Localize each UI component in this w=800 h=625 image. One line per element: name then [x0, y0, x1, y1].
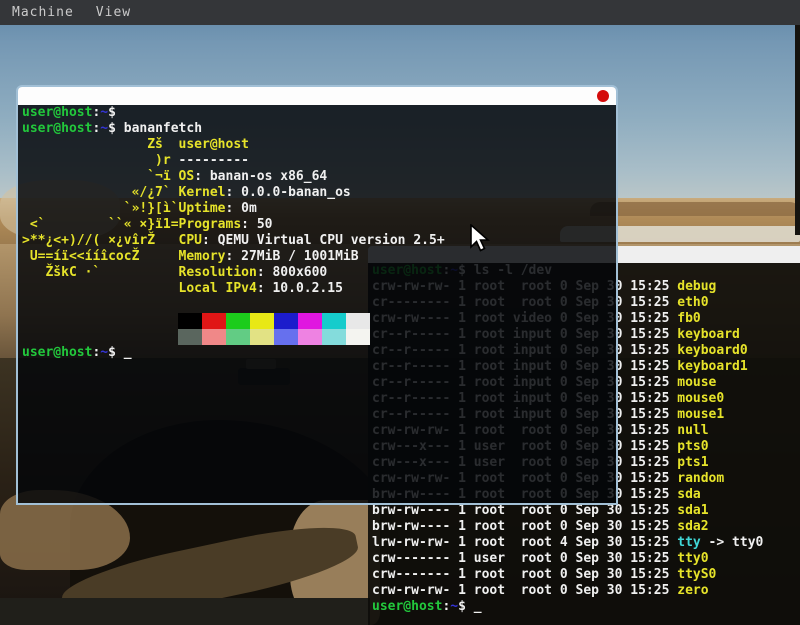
terminal-row: `¬ï OS: banan-os x86_64 [22, 169, 616, 185]
wallpaper-ridge [590, 202, 800, 216]
menu-item-machine[interactable]: Machine [12, 5, 74, 21]
terminal-row: user@host:~$ _ [22, 345, 616, 361]
menu-item-view[interactable]: View [96, 5, 131, 21]
terminal-row: ŽškC ·` Resolution: 800x600 [22, 265, 616, 281]
terminal-row [178, 313, 616, 329]
palette-swatch [322, 313, 346, 329]
terminal-row: crw------- 1 user root 0 Sep 30 15:25 tt… [372, 551, 800, 567]
close-button[interactable] [597, 90, 609, 102]
terminal-row: crw------- 1 root root 0 Sep 30 15:25 tt… [372, 567, 800, 583]
terminal-row: <` ``« ×}ï1=Programs: 50 [22, 217, 616, 233]
terminal1-content[interactable]: user@host:~$user@host:~$ bananfetch Zš u… [18, 105, 616, 503]
palette-swatch [346, 313, 370, 329]
palette-swatch [346, 329, 370, 345]
terminal-row: >**¿<+)//( ×¿vîrŽ CPU: QEMU Virtual CPU … [22, 233, 616, 249]
palette-swatch [202, 313, 226, 329]
terminal-row [22, 297, 616, 313]
terminal-row: )r --------- [22, 153, 616, 169]
terminal-row: «/¿7` Kernel: 0.0.0-banan_os [22, 185, 616, 201]
wallpaper-bottom-rocks [0, 598, 370, 625]
terminal-row: crw-rw-rw- 1 root root 0 Sep 30 15:25 ze… [372, 583, 800, 599]
terminal-row: U==íï<<ííîcocŽ Memory: 27MiB / 1001MiB [22, 249, 616, 265]
vm-menubar: Machine View [0, 0, 800, 25]
terminal-row: user@host:~$ _ [372, 599, 800, 615]
palette-swatch [226, 313, 250, 329]
terminal-row: brw-rw---- 1 root root 0 Sep 30 15:25 sd… [372, 519, 800, 535]
palette-swatch [274, 313, 298, 329]
palette-swatch [274, 329, 298, 345]
palette-swatch [178, 329, 202, 345]
terminal-row: user@host:~$ bananfetch [22, 121, 616, 137]
palette-swatch [298, 329, 322, 345]
wallpaper-edge [795, 0, 800, 235]
terminal-window-1: Terminal user@host:~$user@host:~$ bananf… [16, 85, 618, 505]
terminal-row: brw-rw---- 1 root root 0 Sep 30 15:25 sd… [372, 503, 800, 519]
terminal-row: `»!}[ì`Uptime: 0m [22, 201, 616, 217]
palette-swatch [250, 329, 274, 345]
terminal1-titlebar[interactable]: Terminal [18, 87, 616, 105]
palette-swatch [178, 313, 202, 329]
palette-swatch [226, 329, 250, 345]
palette-swatch [298, 313, 322, 329]
palette-swatch [250, 313, 274, 329]
terminal-row: user@host:~$ [22, 105, 616, 121]
terminal-row [178, 329, 616, 345]
palette-swatch [322, 329, 346, 345]
vm-screen: Terminal user@host:~$ ls -l /devcrw-rw-r… [0, 0, 800, 625]
terminal-row: Local IPv4: 10.0.2.15 [22, 281, 616, 297]
palette-swatch [202, 329, 226, 345]
terminal-row: lrw-rw-rw- 1 root root 4 Sep 30 15:25 tt… [372, 535, 800, 551]
terminal-row: Zš user@host [22, 137, 616, 153]
mouse-cursor-icon [468, 224, 490, 254]
